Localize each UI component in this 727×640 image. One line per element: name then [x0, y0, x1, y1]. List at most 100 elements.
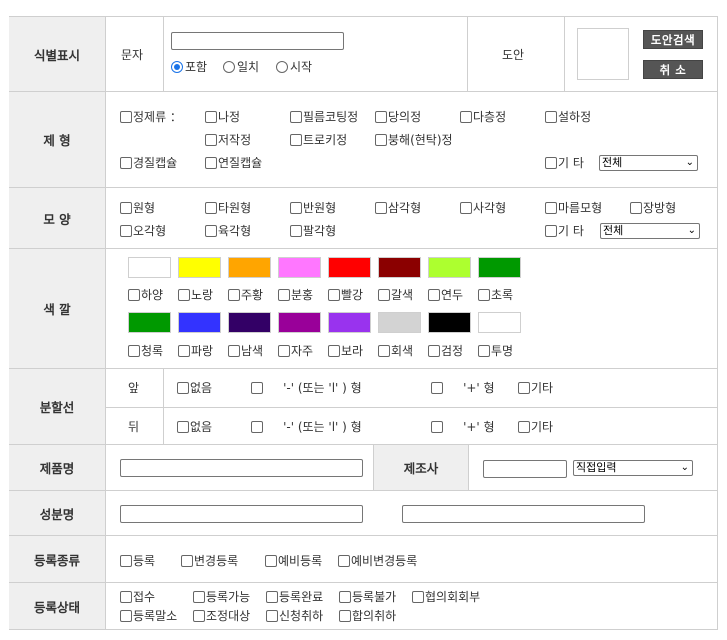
back-option-none[interactable]: 없음 — [177, 418, 212, 435]
shape-option[interactable]: 오각형 — [120, 222, 166, 239]
color-swatch-row1-4[interactable] — [328, 257, 371, 278]
match-option-exact[interactable]: 일치 — [223, 58, 259, 75]
color-option[interactable]: 파랑 — [178, 342, 213, 359]
color-option[interactable]: 노랑 — [178, 286, 213, 303]
ingredient-input-1[interactable] — [120, 505, 363, 523]
form-option[interactable]: 정제류 ： — [120, 108, 182, 125]
form-option[interactable]: 다층정 — [460, 108, 506, 125]
color-option[interactable]: 자주 — [278, 342, 313, 359]
form-option[interactable]: 경질캡슐 — [120, 154, 177, 171]
color-swatch-row2-7[interactable] — [478, 312, 521, 333]
color-option[interactable]: 빨강 — [328, 286, 363, 303]
reg-type-option[interactable]: 변경등록 — [181, 552, 238, 569]
maker-input[interactable] — [483, 460, 567, 478]
color-option[interactable]: 청록 — [128, 342, 163, 359]
form-option[interactable]: 나정 — [205, 108, 240, 125]
color-swatch-row1-0[interactable] — [128, 257, 171, 278]
color-swatch-row1-7[interactable] — [478, 257, 521, 278]
reg-type-option[interactable]: 예비변경등록 — [338, 552, 417, 569]
product-name-input[interactable] — [120, 459, 363, 477]
text-input[interactable] — [171, 32, 344, 50]
color-option[interactable]: 보라 — [328, 342, 363, 359]
back-option-plus[interactable]: '+' 형 — [431, 418, 495, 435]
color-option[interactable]: 남색 — [228, 342, 263, 359]
form-option[interactable]: 저작정 — [205, 131, 251, 148]
reg-type-option[interactable]: 예비등록 — [265, 552, 322, 569]
color-option[interactable]: 분홍 — [278, 286, 313, 303]
front-option-none[interactable]: 없음 — [177, 379, 212, 396]
back-option-dash[interactable]: '-' (또는 'l' ) 형 — [251, 418, 362, 435]
color-swatch-row2-2[interactable] — [228, 312, 271, 333]
reg-status-option[interactable]: 조정대상 — [193, 607, 250, 624]
color-swatch-row1-5[interactable] — [378, 257, 421, 278]
shape-other-select[interactable]: 전체 ⌄ — [600, 223, 700, 239]
shape-option[interactable]: 장방형 — [630, 199, 676, 216]
color-swatch-row2-6[interactable] — [428, 312, 471, 333]
header-form: 제 형 — [9, 92, 106, 187]
form-option[interactable]: 트로키정 — [290, 131, 347, 148]
option-label: 투명 — [491, 344, 514, 358]
checkbox-icon — [265, 555, 277, 567]
color-swatch-row2-5[interactable] — [378, 312, 421, 333]
front-option-plus[interactable]: '+' 형 — [431, 379, 495, 396]
front-option-other[interactable]: 기타 — [518, 379, 553, 396]
shape-option[interactable]: 삼각형 — [375, 199, 421, 216]
reg-status-option[interactable]: 협의회회부 — [412, 588, 480, 605]
color-swatch-row1-3[interactable] — [278, 257, 321, 278]
form-option[interactable]: 붕해(현탁)정 — [375, 131, 453, 148]
option-label: 기 타 — [558, 156, 584, 170]
chevron-down-icon: ⌄ — [685, 157, 694, 168]
shape-option[interactable]: 사각형 — [460, 199, 506, 216]
form-option[interactable]: 필름코팅정 — [290, 108, 358, 125]
color-option[interactable]: 투명 — [478, 342, 513, 359]
color-swatch-row2-4[interactable] — [328, 312, 371, 333]
reg-status-option[interactable]: 등록불가 — [339, 588, 396, 605]
reg-status-option[interactable]: 등록가능 — [193, 588, 250, 605]
form-option-other[interactable]: 기 타 — [545, 154, 584, 171]
color-swatch-row1-6[interactable] — [428, 257, 471, 278]
color-option[interactable]: 하양 — [128, 286, 163, 303]
reg-type-option[interactable]: 등록 — [120, 552, 155, 569]
color-swatch-row2-3[interactable] — [278, 312, 321, 333]
shape-option[interactable]: 팔각형 — [290, 222, 336, 239]
reg-status-option[interactable]: 등록말소 — [120, 607, 177, 624]
color-swatch-row2-1[interactable] — [178, 312, 221, 333]
shape-option[interactable]: 원형 — [120, 199, 155, 216]
reg-status-option[interactable]: 등록완료 — [266, 588, 323, 605]
checkbox-icon — [177, 421, 189, 433]
checkbox-icon — [181, 555, 193, 567]
checkbox-icon — [428, 289, 440, 301]
option-label: 청록 — [141, 344, 164, 358]
shape-option[interactable]: 마름모형 — [545, 199, 602, 216]
select-value: 전체 — [603, 224, 624, 237]
ingredient-input-2[interactable] — [402, 505, 645, 523]
color-swatch-row1-1[interactable] — [178, 257, 221, 278]
form-option[interactable]: 연질캡슐 — [205, 154, 262, 171]
match-option-starts[interactable]: 시작 — [276, 58, 312, 75]
color-option[interactable]: 검정 — [428, 342, 463, 359]
form-other-select[interactable]: 전체 ⌄ — [599, 155, 698, 171]
reg-status-option[interactable]: 신청취하 — [266, 607, 323, 624]
color-option[interactable]: 갈색 — [378, 286, 413, 303]
reg-status-option[interactable]: 합의취하 — [339, 607, 396, 624]
color-option[interactable]: 회색 — [378, 342, 413, 359]
maker-select[interactable]: 직접입력 ⌄ — [573, 460, 693, 476]
reg-status-option[interactable]: 접수 — [120, 588, 155, 605]
front-option-dash[interactable]: '-' (또는 'l' ) 형 — [251, 379, 362, 396]
color-swatch-row2-0[interactable] — [128, 312, 171, 333]
match-option-contains[interactable]: 포함 — [171, 58, 207, 75]
back-option-other[interactable]: 기타 — [518, 418, 553, 435]
cancel-button[interactable]: 취 소 — [643, 60, 703, 79]
shape-option[interactable]: 반원형 — [290, 199, 336, 216]
form-option[interactable]: 설하정 — [545, 108, 591, 125]
color-option[interactable]: 연두 — [428, 286, 463, 303]
color-swatch-row1-2[interactable] — [228, 257, 271, 278]
color-option[interactable]: 초록 — [478, 286, 513, 303]
shape-option[interactable]: 타원형 — [205, 199, 251, 216]
design-search-button[interactable]: 도안검색 — [643, 30, 703, 49]
form-option[interactable]: 당의정 — [375, 108, 421, 125]
shape-option[interactable]: 육각형 — [205, 222, 251, 239]
color-option[interactable]: 주황 — [228, 286, 263, 303]
option-label: 남색 — [241, 344, 264, 358]
shape-option-other[interactable]: 기 타 — [545, 222, 584, 239]
